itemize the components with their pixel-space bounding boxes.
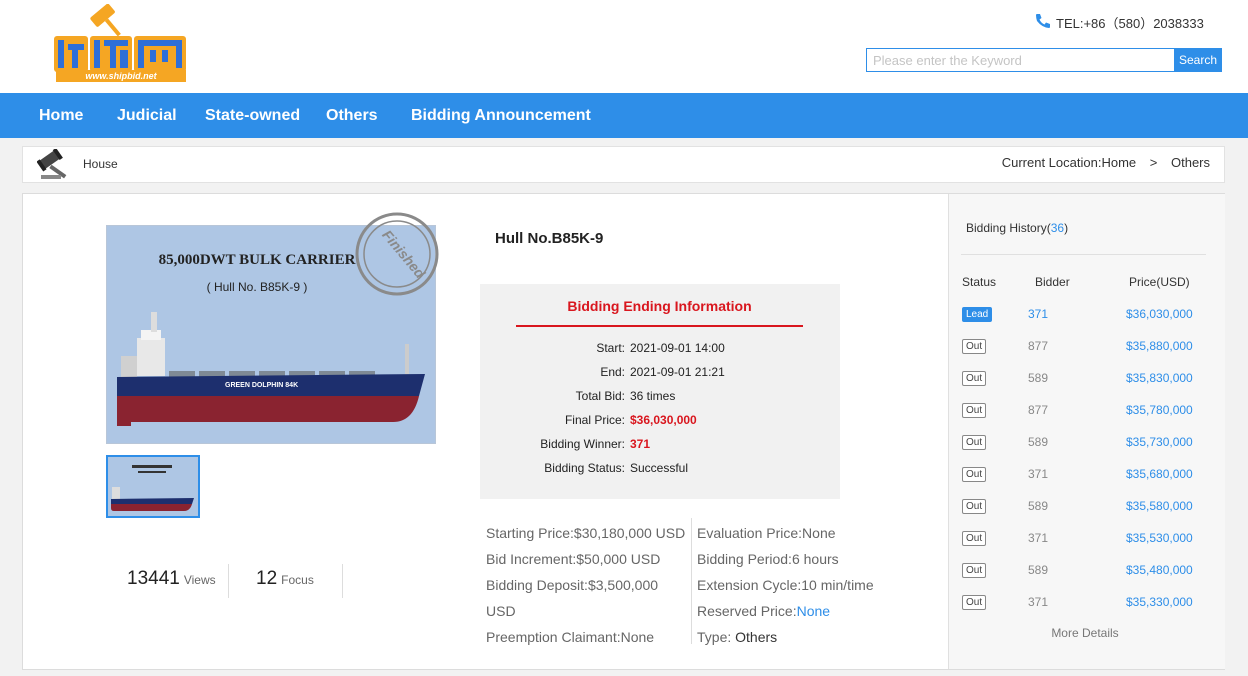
preemption-claimant: Preemption Claimant:None — [486, 629, 655, 645]
top-header: www.shipbid.net TEL:+86（580）2038333 Sear… — [0, 0, 1248, 93]
details-divider — [691, 518, 692, 644]
status-badge: Out — [962, 371, 987, 386]
col-price: Price(USD) — [1129, 275, 1190, 289]
bidder-id: 877 — [1028, 339, 1049, 353]
lot-stats: 13441 Views 12 Focus — [111, 564, 361, 600]
bidder-id: 371 — [1028, 595, 1049, 609]
status-badge: Out — [962, 403, 987, 418]
status-badge: Out — [962, 531, 987, 546]
starting-price: Starting Price:$30,180,000 USD — [486, 525, 686, 541]
bid-price: $35,780,000 — [1126, 403, 1193, 417]
photo-thumbnail[interactable] — [106, 455, 200, 518]
views-count: 13441 — [127, 568, 180, 589]
history-title: Bidding History(36) — [966, 221, 1069, 235]
status-badge: Out — [962, 467, 987, 482]
finished-stamp: Finished — [353, 210, 441, 298]
bid-price: $35,880,000 — [1126, 339, 1193, 353]
bid-price: $35,580,000 — [1126, 499, 1193, 513]
bidding-period: Bidding Period:6 hours — [697, 551, 839, 567]
history-row: Out 589 $35,730,000 — [949, 433, 1226, 453]
lot-detail-panel: 85,000DWT BULK CARRIER ( Hull No. B85K-9… — [22, 193, 1225, 670]
views-label: Views — [183, 573, 216, 587]
lot-details-right: Evaluation Price:None Bidding Period:6 h… — [697, 520, 874, 650]
col-status: Status — [962, 275, 997, 289]
reserved-price-value[interactable]: None — [797, 603, 830, 619]
lot-title: Hull No.B85K-9 — [495, 230, 604, 247]
bidder-id: 371 — [1028, 467, 1049, 481]
logo-url-text: www.shipbid.net — [85, 71, 157, 81]
main-nav: Home Judicial State-owned Others Bidding… — [0, 93, 1248, 138]
breadcrumb-separator: > — [1149, 155, 1158, 170]
bid-price: $35,730,000 — [1126, 435, 1193, 449]
bidder-id: 589 — [1028, 499, 1049, 513]
bid-price: $35,530,000 — [1126, 531, 1193, 545]
history-row: Out 371 $35,530,000 — [949, 529, 1226, 549]
breadcrumb-bar: House Current Location:Home > Others — [22, 146, 1225, 183]
reserved-price: Reserved Price:None — [697, 603, 831, 619]
bidder-id: 371 — [1028, 531, 1049, 545]
focus-count: 12 — [256, 568, 278, 589]
focus-label: Focus — [281, 573, 314, 587]
history-row: Out 371 $35,330,000 — [949, 593, 1226, 613]
bidder-id: 371 — [1028, 307, 1049, 321]
bidding-deposit: Bidding Deposit:$3,500,000 — [486, 577, 659, 593]
phone-number: TEL:+86（580）2038333 — [1034, 12, 1204, 33]
nav-home[interactable]: Home — [39, 93, 83, 138]
bid-price: $35,830,000 — [1126, 371, 1193, 385]
bidder-id: 589 — [1028, 563, 1049, 577]
bid-price: $36,030,000 — [1126, 307, 1193, 321]
nav-bidding-announcement[interactable]: Bidding Announcement — [411, 93, 591, 138]
nav-others[interactable]: Others — [326, 93, 378, 138]
search-button[interactable]: Search — [1174, 48, 1222, 72]
status-badge: Out — [962, 435, 987, 450]
bidding-ending-info: Bidding Ending Information Start: 2021-09… — [480, 284, 840, 499]
bidding-history: Bidding History(36) Status Bidder Price(… — [948, 194, 1225, 669]
status-badge: Out — [962, 595, 987, 610]
bidder-id: 877 — [1028, 403, 1049, 417]
bid-price: $35,680,000 — [1126, 467, 1193, 481]
col-bidder: Bidder — [1035, 275, 1070, 289]
gavel-icon — [36, 147, 79, 186]
search-input[interactable] — [866, 48, 1174, 72]
history-row: Out 589 $35,830,000 — [949, 369, 1226, 389]
category-label: House — [83, 157, 118, 171]
lot-details-left: Starting Price:$30,180,000 USD Bid Incre… — [486, 520, 685, 650]
breadcrumb-others[interactable]: Others — [1171, 155, 1210, 170]
nav-state-owned[interactable]: State-owned — [205, 93, 300, 138]
history-row: Out 371 $35,680,000 — [949, 465, 1226, 485]
bidder-id: 589 — [1028, 371, 1049, 385]
site-logo[interactable]: www.shipbid.net — [52, 3, 190, 84]
bidding-deposit-unit: USD — [486, 603, 516, 619]
phone-icon — [1034, 12, 1052, 33]
focus-stat: 12 Focus — [256, 568, 314, 602]
status-badge: Out — [962, 339, 987, 354]
bid-price: $35,330,000 — [1126, 595, 1193, 609]
history-row: Out 877 $35,880,000 — [949, 337, 1226, 357]
evaluation-price: Evaluation Price:None — [697, 525, 836, 541]
bid-increment: Bid Increment:$50,000 USD — [486, 551, 661, 567]
search-bar: Search — [866, 48, 1222, 72]
views-stat: 13441 Views — [127, 568, 216, 602]
ending-info-title: Bidding Ending Information — [516, 298, 803, 327]
lot-type-value: Others — [735, 629, 778, 645]
history-row: Out 589 $35,580,000 — [949, 497, 1226, 517]
more-details-link[interactable]: More Details — [949, 626, 1221, 640]
history-count: 36 — [1050, 221, 1065, 235]
bidder-id: 589 — [1028, 435, 1049, 449]
status-badge: Lead — [962, 307, 993, 322]
ship-name-on-hull: GREEN DOLPHIN 84K — [225, 382, 299, 389]
location-label: Current Location: — [1001, 155, 1102, 170]
breadcrumb: Current Location:Home > Others — [1002, 155, 1210, 170]
phone-text: TEL:+86（580）2038333 — [1056, 16, 1204, 31]
extension-cycle: Extension Cycle:10 min/time — [697, 577, 874, 593]
history-row: Out 589 $35,480,000 — [949, 561, 1226, 581]
nav-judicial[interactable]: Judicial — [117, 93, 177, 138]
history-row: Out 877 $35,780,000 — [949, 401, 1226, 421]
status-badge: Out — [962, 499, 987, 514]
bid-price: $35,480,000 — [1126, 563, 1193, 577]
lot-type: Type: Others — [697, 629, 778, 645]
history-row: Lead 371 $36,030,000 — [949, 305, 1226, 325]
status-badge: Out — [962, 563, 987, 578]
breadcrumb-home[interactable]: Home — [1101, 155, 1136, 170]
